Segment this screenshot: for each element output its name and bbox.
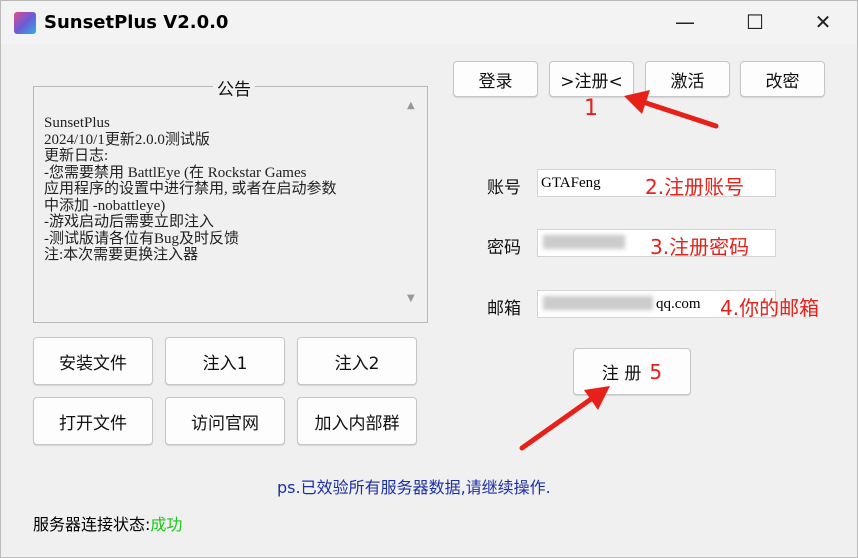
arrow-to-register-button-icon — [519, 386, 610, 451]
server-status-label: 服务器连接状态: — [33, 515, 151, 534]
server-status: 服务器连接状态:成功 — [33, 511, 182, 535]
server-status-value: 成功 — [150, 515, 183, 534]
ps-message: ps.已效验所有服务器数据,请继续操作. — [277, 478, 551, 497]
arrow-to-register-tab-icon — [624, 90, 719, 129]
